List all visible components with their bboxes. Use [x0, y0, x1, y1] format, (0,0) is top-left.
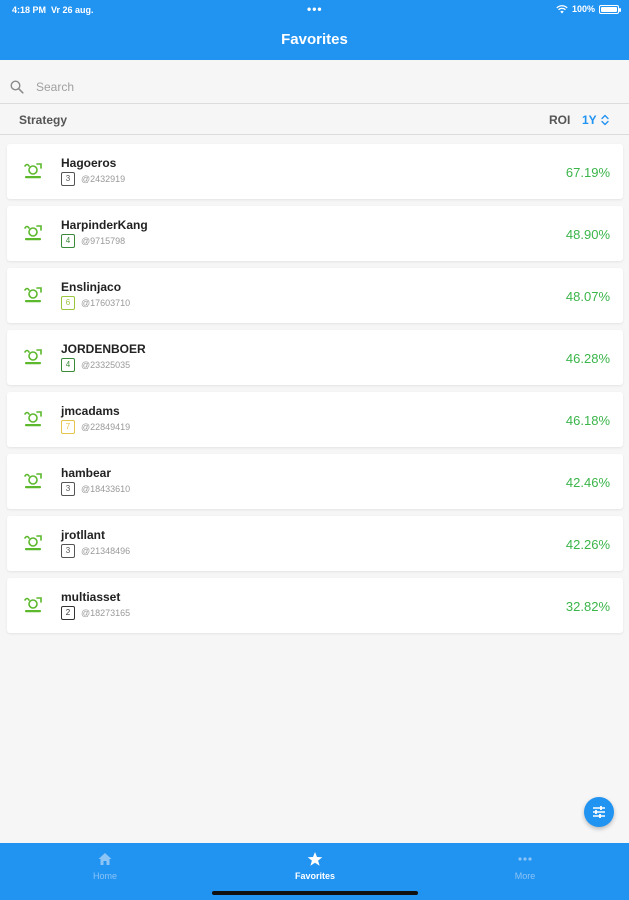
strategy-name: multiasset [61, 590, 121, 604]
home-icon [98, 853, 112, 865]
strategy-card[interactable]: jmcadams 7 @22849419 46.18% [7, 392, 623, 447]
risk-score-badge: 3 [61, 482, 75, 496]
strategy-card[interactable]: Enslinjaco 6 @17603710 48.07% [7, 268, 623, 323]
wifi-icon [556, 4, 568, 13]
etoro-logo-icon [22, 408, 44, 430]
app-header: 4:18 PM Vr 26 aug. ••• 100% Favorites [0, 0, 629, 60]
tab-home[interactable]: Home [65, 851, 145, 881]
strategy-user-id: @2432919 [81, 174, 126, 184]
strategy-card[interactable]: multiasset 2 @18273165 32.82% [7, 578, 623, 633]
favorites-list: Hagoeros 3 @2432919 67.19% HarpinderKang 4 @97… [7, 144, 623, 640]
strategy-user-id: @21348496 [81, 546, 131, 556]
period-selector[interactable]: 1Y [582, 113, 597, 127]
status-time: 4:18 PM Vr 26 aug. [12, 5, 94, 15]
strategy-user-id: @23325035 [81, 360, 131, 370]
strategy-name: HarpinderKang [61, 218, 148, 232]
battery-icon [599, 4, 621, 14]
status-date: Vr 26 aug. [51, 5, 94, 15]
strategy-name: jmcadams [61, 404, 120, 418]
home-indicator[interactable] [212, 891, 418, 895]
tab-favorites[interactable]: Favorites [275, 851, 355, 881]
strategy-roi: 32.82% [565, 599, 610, 614]
risk-score-badge: 2 [61, 606, 75, 620]
tab-home-label: Home [92, 871, 117, 881]
risk-score-badge: 4 [61, 358, 75, 372]
list-column-header: Strategy ROI 1Y [0, 105, 629, 135]
strategy-name: JORDENBOER [61, 342, 146, 356]
search-icon [10, 80, 24, 94]
etoro-logo-icon [22, 222, 44, 244]
strategy-roi: 46.18% [565, 413, 610, 428]
sort-icon[interactable] [601, 114, 609, 126]
status-right: 100% [556, 4, 621, 14]
multitask-dots[interactable]: ••• [307, 2, 323, 16]
strategy-card[interactable]: jrotllant 3 @21348496 42.26% [7, 516, 623, 571]
strategy-roi: 42.26% [565, 537, 610, 552]
strategy-user-id: @18433610 [81, 484, 131, 494]
etoro-logo-icon [22, 160, 44, 182]
search-bar [0, 66, 629, 104]
etoro-logo-icon [22, 532, 44, 554]
filter-button[interactable] [584, 797, 614, 827]
etoro-logo-icon [22, 346, 44, 368]
strategy-card[interactable]: JORDENBOER 4 @23325035 46.28% [7, 330, 623, 385]
star-icon [307, 852, 323, 866]
status-clock: 4:18 PM [12, 5, 47, 15]
search-input[interactable] [36, 76, 596, 98]
tab-more[interactable]: More [485, 851, 565, 881]
strategy-roi: 48.07% [565, 289, 610, 304]
strategy-column-label: Strategy [19, 113, 68, 127]
tab-more-label: More [514, 871, 536, 881]
strategy-name: hambear [61, 466, 112, 480]
risk-score-badge: 3 [61, 172, 75, 186]
filter-icon [593, 806, 605, 818]
status-bar: 4:18 PM Vr 26 aug. ••• 100% [0, 0, 629, 18]
strategy-roi: 67.19% [565, 165, 610, 180]
page-title: Favorites [281, 31, 348, 48]
strategy-card[interactable]: HarpinderKang 4 @9715798 48.90% [7, 206, 623, 261]
strategy-name: Hagoeros [61, 156, 117, 170]
strategy-name: Enslinjaco [61, 280, 122, 294]
strategy-roi: 42.46% [565, 475, 610, 490]
battery-percent: 100% [571, 4, 595, 14]
etoro-logo-icon [22, 284, 44, 306]
tab-favorites-label: Favorites [294, 871, 336, 881]
strategy-card[interactable]: hambear 3 @18433610 42.46% [7, 454, 623, 509]
etoro-logo-icon [22, 470, 44, 492]
strategy-roi: 46.28% [565, 351, 610, 366]
strategy-card[interactable]: Hagoeros 3 @2432919 67.19% [7, 144, 623, 199]
risk-score-badge: 4 [61, 234, 75, 248]
strategy-user-id: @9715798 [81, 236, 126, 246]
risk-score-badge: 6 [61, 296, 75, 310]
more-dots-icon [518, 857, 532, 861]
etoro-logo-icon [22, 594, 44, 616]
strategy-name: jrotllant [61, 528, 105, 542]
risk-score-badge: 7 [61, 420, 75, 434]
strategy-user-id: @17603710 [81, 298, 131, 308]
roi-column-label: ROI [549, 113, 571, 127]
strategy-user-id: @22849419 [81, 422, 131, 432]
strategy-roi: 48.90% [565, 227, 610, 242]
strategy-user-id: @18273165 [81, 608, 131, 618]
risk-score-badge: 3 [61, 544, 75, 558]
